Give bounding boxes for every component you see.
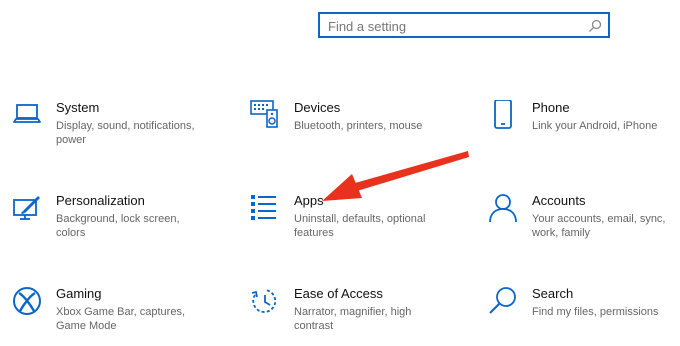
- ease-of-access-icon: [251, 289, 277, 313]
- personalization-icon: [13, 196, 40, 220]
- search-input[interactable]: [328, 17, 578, 35]
- tile-title: Personalization: [56, 193, 145, 208]
- tile-description: Xbox Game Bar, captures, Game Mode: [56, 306, 186, 332]
- person-icon: [489, 194, 517, 223]
- tile-devices[interactable]: Devices Bluetooth, printers, mouse: [250, 100, 470, 160]
- tile-title: Phone: [532, 100, 570, 115]
- tile-title: Gaming: [56, 286, 102, 301]
- keyboard-speaker-icon: [250, 100, 278, 128]
- tile-description: Uninstall, defaults, optional features: [294, 213, 426, 239]
- tile-description: Background, lock screen, colors: [56, 213, 180, 239]
- laptop-icon: [13, 104, 41, 123]
- tile-description: Narrator, magnifier, high contrast: [294, 306, 412, 332]
- tile-search[interactable]: Search Find my files, permissions: [488, 286, 680, 346]
- tile-title: Ease of Access: [294, 286, 383, 301]
- tile-title: Accounts: [532, 193, 586, 208]
- tile-phone[interactable]: Phone Link your Android, iPhone: [488, 100, 680, 160]
- tile-description: Find my files, permissions: [532, 306, 659, 318]
- phone-icon: [494, 100, 512, 129]
- tile-title: System: [56, 100, 100, 115]
- tile-description: Your accounts, email, sync, work, family: [532, 213, 666, 239]
- tile-accounts[interactable]: Accounts Your accounts, email, sync, wor…: [488, 193, 680, 253]
- apps-list-icon: [251, 195, 276, 220]
- xbox-icon: [13, 287, 41, 315]
- tile-description: Bluetooth, printers, mouse: [294, 120, 423, 132]
- tile-title: Apps: [294, 193, 324, 208]
- settings-search-box[interactable]: [318, 12, 610, 38]
- tile-personalization[interactable]: Personalization Background, lock screen,…: [12, 193, 232, 253]
- tile-title: Devices: [294, 100, 341, 115]
- tile-apps[interactable]: Apps Uninstall, defaults, optional featu…: [250, 193, 470, 253]
- search-icon: [489, 287, 516, 314]
- tile-title: Search: [532, 286, 574, 301]
- tile-system[interactable]: System Display, sound, notifications, po…: [12, 100, 232, 160]
- tile-ease-of-access[interactable]: Ease of Access Narrator, magnifier, high…: [250, 286, 470, 346]
- tile-description: Link your Android, iPhone: [532, 120, 658, 132]
- tile-description: Display, sound, notifications, power: [56, 120, 195, 146]
- tile-gaming[interactable]: Gaming Xbox Game Bar, captures, Game Mod…: [12, 286, 232, 346]
- search-glass-icon[interactable]: [588, 19, 602, 33]
